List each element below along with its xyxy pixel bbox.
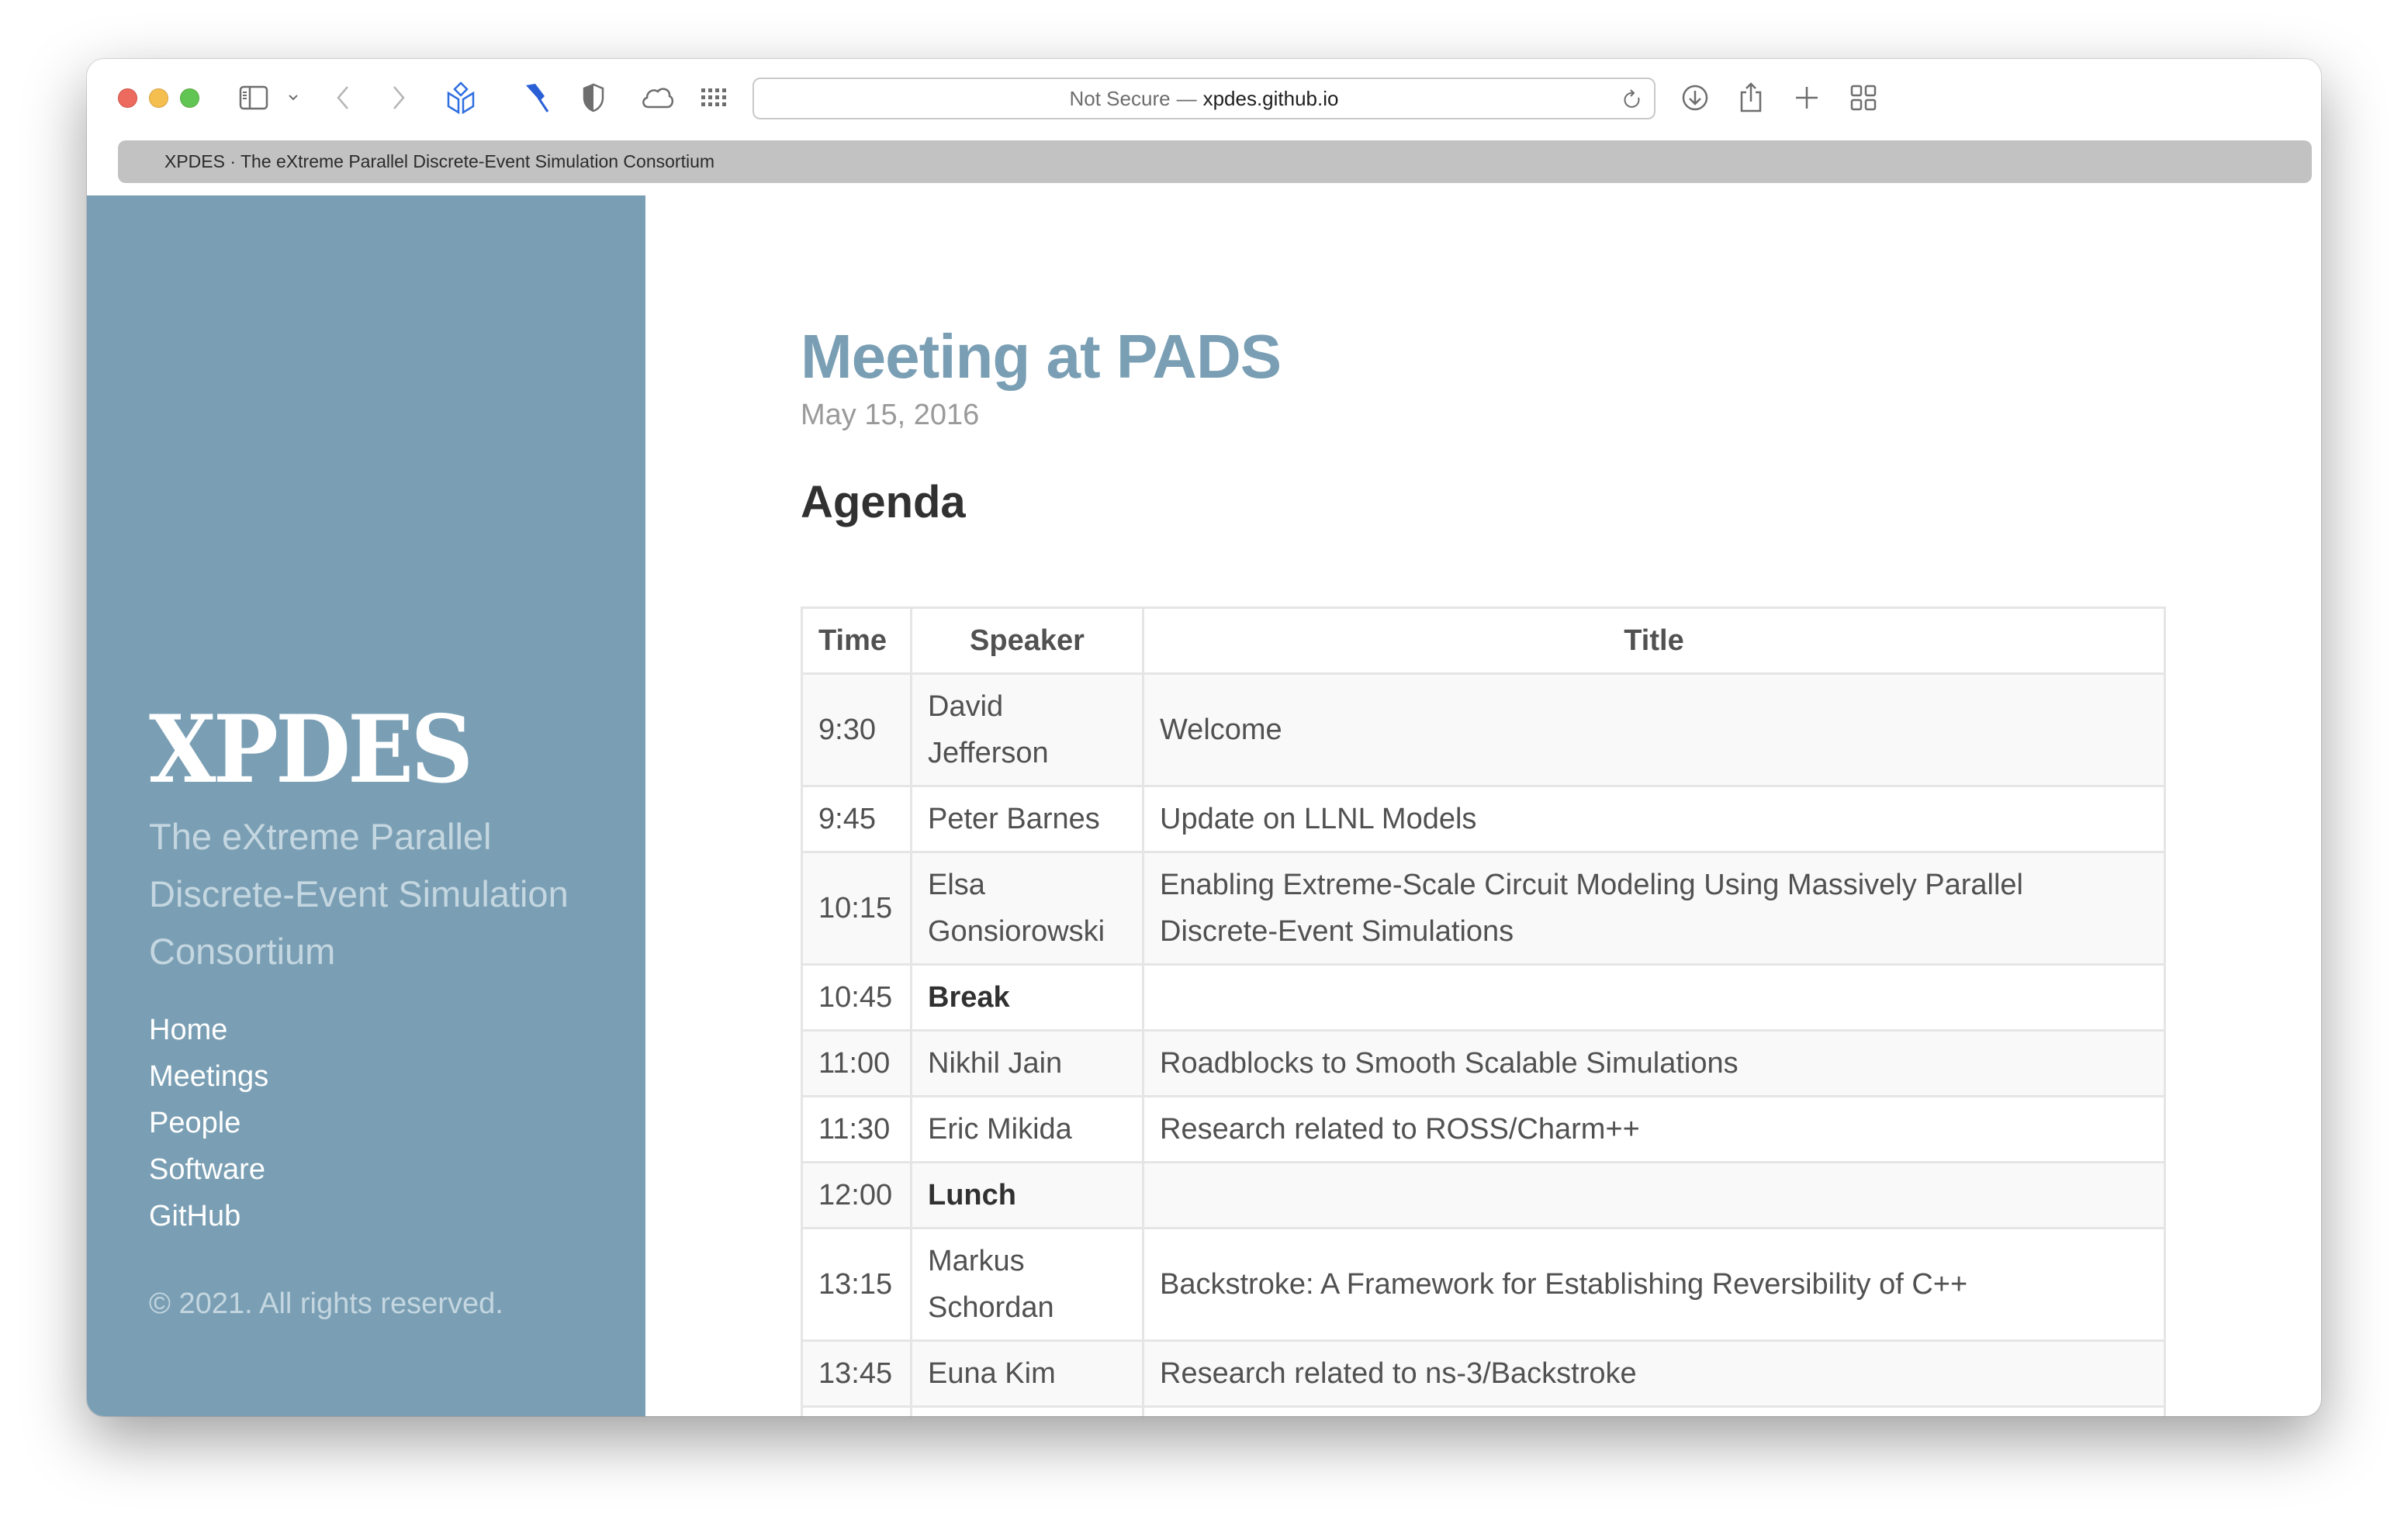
cell-speaker: Tomas Oppelstrup xyxy=(910,1405,1144,1416)
sidebar: XPDES The eXtreme Parallel Discrete-Even… xyxy=(87,195,645,1416)
cell-speaker: Euna Kim xyxy=(910,1339,1144,1408)
cell-speaker: Break xyxy=(910,963,1144,1032)
header-time: Time xyxy=(801,607,912,675)
post-title: Meeting at PADS xyxy=(801,322,1282,391)
cube-extension-icon[interactable] xyxy=(445,78,476,118)
address-bar[interactable]: Not Secure — xpdes.github.io xyxy=(752,78,1656,119)
cell-time: 14:05 xyxy=(801,1405,912,1416)
nav-software[interactable]: Software xyxy=(149,1146,614,1193)
cell-speaker: David Jefferson xyxy=(910,672,1144,787)
cell-title: Issues and lessons learned in running Ki… xyxy=(1142,1405,2166,1416)
shield-icon[interactable] xyxy=(582,78,605,118)
post-date: May 15, 2016 xyxy=(801,399,980,431)
site-tagline: The eXtreme Parallel Discrete-Event Simu… xyxy=(149,816,569,972)
nav-meetings[interactable]: Meetings xyxy=(149,1053,614,1100)
not-secure-label: Not Secure xyxy=(1069,86,1171,110)
table-row: 13:15 Markus Schordan Backstroke: A Framew… xyxy=(801,1227,2166,1342)
browser-toolbar: Not Secure — xpdes.github.io XPDES · The… xyxy=(87,59,2321,183)
pin-extension-icon[interactable] xyxy=(521,78,552,118)
cell-time: 11:30 xyxy=(801,1095,912,1163)
cell-speaker: Peter Barnes xyxy=(910,785,1144,853)
cell-title: Welcome xyxy=(1142,672,2166,787)
cell-time: 9:45 xyxy=(801,785,912,853)
table-row: 9:30 David Jefferson Welcome xyxy=(801,672,2166,787)
table-row: 11:30 Eric Mikida Research related to ROSS… xyxy=(801,1095,2166,1163)
nav-people[interactable]: People xyxy=(149,1100,614,1146)
cell-speaker: Elsa Gonsiorowski xyxy=(910,851,1144,966)
share-icon[interactable] xyxy=(1738,78,1764,118)
new-tab-icon[interactable] xyxy=(1794,78,1820,118)
reload-icon[interactable] xyxy=(1623,88,1643,117)
site-brand[interactable]: XPDES xyxy=(149,700,582,800)
close-window-button[interactable] xyxy=(118,88,137,108)
cell-time: 10:45 xyxy=(801,963,912,1032)
nav-home[interactable]: Home xyxy=(149,1007,614,1053)
cell-title: Research related to ns-3/Backstroke xyxy=(1142,1339,2166,1408)
table-row: 10:45 Break xyxy=(801,963,2166,1032)
table-header-row: Time Speaker Title xyxy=(801,607,2166,675)
sidebar-icon[interactable] xyxy=(239,78,268,118)
cell-time: 10:15 xyxy=(801,851,912,966)
web-page: XPDES The eXtreme Parallel Discrete-Even… xyxy=(87,195,2321,1416)
active-tab[interactable]: XPDES · The eXtreme Parallel Discrete-Ev… xyxy=(164,151,714,172)
agenda-heading: Agenda xyxy=(801,477,966,527)
grid-dots-icon[interactable] xyxy=(700,78,728,118)
tab-overview-icon[interactable] xyxy=(1849,78,1877,118)
cell-speaker: Lunch xyxy=(910,1161,1144,1229)
cell-speaker: Markus Schordan xyxy=(910,1227,1144,1342)
url-host: xpdes.github.io xyxy=(1202,86,1339,110)
header-title: Title xyxy=(1142,607,2166,675)
cell-title: Enabling Extreme-Scale Circuit Modeling … xyxy=(1142,851,2166,966)
agenda-table: Time Speaker Title 9:30 David Jefferson We… xyxy=(801,607,2166,1416)
cell-title xyxy=(1142,963,2166,1032)
table-row: 10:15 Elsa Gonsiorowski Enabling Extreme-S… xyxy=(801,851,2166,966)
table-row: 14:05Tomas OppelstrupIssues and lessons … xyxy=(801,1405,2166,1416)
cell-time: 9:30 xyxy=(801,672,912,787)
cell-title xyxy=(1142,1161,2166,1229)
cell-time: 12:00 xyxy=(801,1161,912,1229)
nav-github[interactable]: GitHub xyxy=(149,1193,614,1239)
table-row: 12:00 Lunch xyxy=(801,1161,2166,1229)
minimize-window-button[interactable] xyxy=(149,88,168,108)
browser-window: Not Secure — xpdes.github.io XPDES · The… xyxy=(87,59,2321,1416)
cell-title: Roadblocks to Smooth Scalable Simulation… xyxy=(1142,1029,2166,1097)
cell-speaker: Nikhil Jain xyxy=(910,1029,1144,1097)
forward-icon[interactable] xyxy=(389,78,408,118)
cell-time: 13:15 xyxy=(801,1227,912,1342)
tab-bar: XPDES · The eXtreme Parallel Discrete-Ev… xyxy=(118,140,2312,183)
url-separator: — xyxy=(1176,86,1197,110)
table-row: 13:45 Euna Kim Research related to ns-3/Ba… xyxy=(801,1339,2166,1408)
chevron-down-icon[interactable] xyxy=(287,78,299,118)
cloud-icon[interactable] xyxy=(639,78,675,118)
cell-title: Backstroke: A Framework for Establishing… xyxy=(1142,1227,2166,1342)
table-row: 11:00 Nikhil Jain Roadblocks to Smooth Sca… xyxy=(801,1029,2166,1097)
cell-title: Update on LLNL Models xyxy=(1142,785,2166,853)
cell-title: Research related to ROSS/Charm++ xyxy=(1142,1095,2166,1163)
table-row: 9:45 Peter Barnes Update on LLNL Models xyxy=(801,785,2166,853)
header-speaker: Speaker xyxy=(910,607,1144,675)
download-icon[interactable] xyxy=(1680,78,1710,118)
zoom-window-button[interactable] xyxy=(180,88,199,108)
cell-time: 11:00 xyxy=(801,1029,912,1097)
cell-time: 13:45 xyxy=(801,1339,912,1408)
sidebar-nav: Home Meetings People Software GitHub xyxy=(149,1007,614,1239)
copyright: © 2021. All rights reserved. xyxy=(149,1287,503,1320)
cell-speaker: Eric Mikida xyxy=(910,1095,1144,1163)
back-icon[interactable] xyxy=(334,78,352,118)
